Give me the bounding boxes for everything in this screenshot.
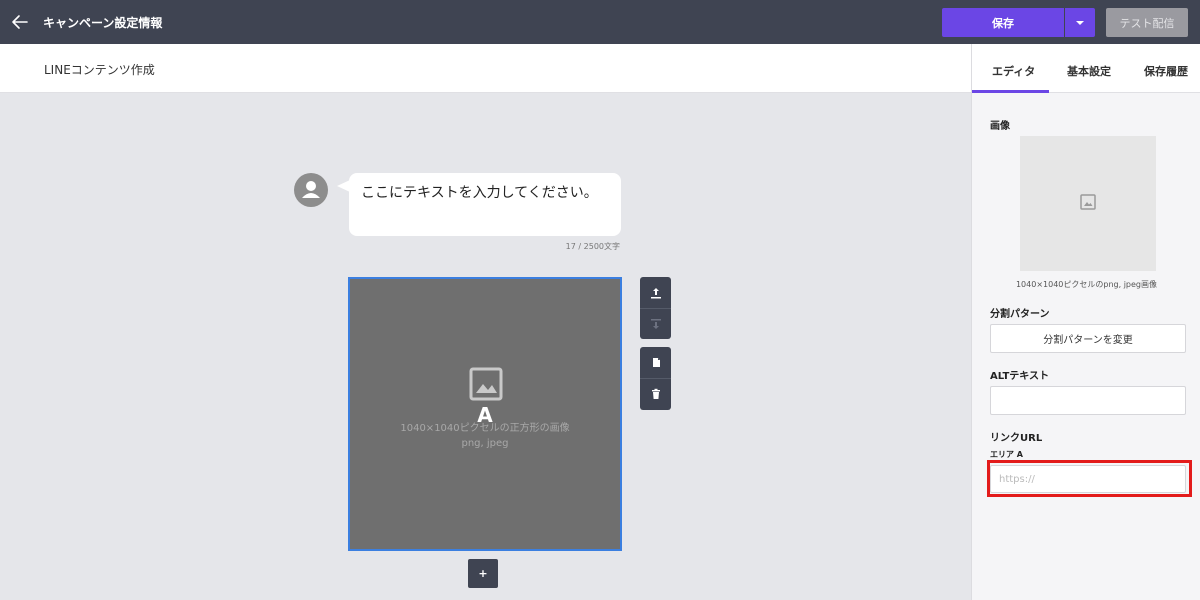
alt-text-label: ALTテキスト [990, 371, 1049, 382]
download-icon [650, 319, 661, 329]
image-upload-area[interactable] [1020, 136, 1156, 271]
move-down-button[interactable] [640, 308, 671, 339]
upload-icon [650, 287, 661, 298]
area-a-label: エリア A [990, 450, 1023, 459]
image-caption: 1040×1040ピクセルのpng, jpeg画像 [1015, 280, 1158, 289]
image-hint-size: 1040×1040ピクセルの正方形の画像 [400, 423, 570, 434]
settings-panel: エディタ 基本設定 保存履歴 画像 1040×1040ピクセルのpng, jpe… [971, 44, 1200, 600]
block-actions-toolbar [640, 347, 671, 410]
image-hint: 1040×1040ピクセルの正方形の画像 png, jpeg [350, 421, 620, 451]
move-toolbar [640, 277, 671, 339]
content-header: LINEコンテンツ作成 [0, 44, 971, 93]
save-button[interactable]: 保存 [942, 8, 1064, 37]
link-url-label: リンクURL [990, 433, 1043, 444]
arrow-left-icon[interactable] [10, 12, 30, 32]
tab-basic-settings[interactable]: 基本設定 [1067, 63, 1111, 79]
content-title: LINEコンテンツ作成 [44, 63, 155, 77]
trash-icon [651, 388, 660, 399]
area-a-url-input[interactable] [990, 465, 1186, 493]
change-split-pattern-button[interactable]: 分割パターンを変更 [990, 324, 1186, 353]
alt-text-input[interactable] [990, 386, 1186, 415]
split-pattern-label: 分割パターン [990, 309, 1050, 320]
caret-down-icon [1076, 20, 1084, 25]
panel-tabs: エディタ 基本設定 保存履歴 [972, 44, 1200, 93]
delete-button[interactable] [640, 378, 671, 409]
active-tab-indicator [972, 90, 1049, 93]
page-title: キャンペーン設定情報 [43, 16, 163, 30]
image-icon [469, 367, 503, 401]
image-hint-format: png, jpeg [461, 438, 509, 449]
copy-icon [652, 357, 660, 367]
test-send-button[interactable]: テスト配信 [1106, 8, 1188, 37]
message-text-bubble[interactable]: ここにテキストを入力してください。 [349, 173, 621, 236]
image-icon [1080, 194, 1096, 210]
save-dropdown-button[interactable] [1065, 8, 1095, 37]
tab-editor[interactable]: エディタ [992, 63, 1035, 79]
top-bar: キャンペーン設定情報 保存 テスト配信 [0, 0, 1200, 44]
avatar [294, 173, 328, 207]
add-block-button[interactable]: + [468, 559, 498, 588]
user-icon [302, 181, 320, 198]
char-count: 17 / 2500文字 [565, 242, 620, 251]
tab-save-history[interactable]: 保存履歴 [1144, 63, 1188, 79]
move-up-button[interactable] [640, 277, 671, 308]
image-label: 画像 [990, 121, 1010, 132]
duplicate-button[interactable] [640, 347, 671, 378]
imagemap-block[interactable]: A 1040×1040ピクセルの正方形の画像 png, jpeg [348, 277, 622, 551]
